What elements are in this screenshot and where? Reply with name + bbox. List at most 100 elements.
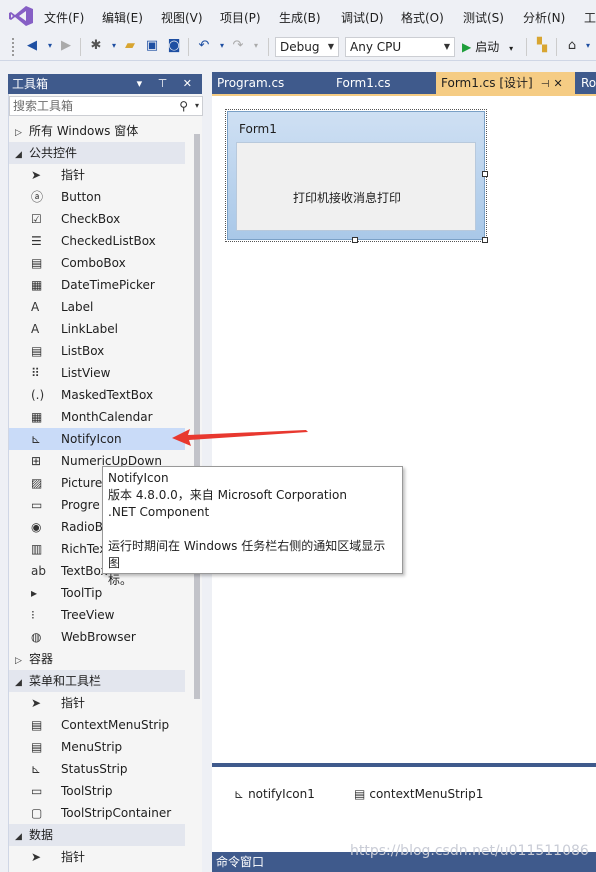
menu-view[interactable]: 视图(V) (161, 9, 203, 26)
search-icon[interactable]: ⚲ (179, 97, 188, 115)
menu-format[interactable]: 格式(O) (401, 9, 444, 26)
new-project-icon[interactable]: ✱ (88, 38, 104, 54)
back-icon[interactable]: ◀ (24, 38, 40, 54)
form1-window[interactable]: Form1 打印机接收消息打印 (227, 111, 485, 240)
toolbox-item[interactable]: A Label (9, 296, 185, 318)
toolbox-item[interactable]: ▦ DateTimePicker (9, 274, 185, 296)
menu-bar: 文件(F) 编辑(E) 视图(V) 项目(P) 生成(B) 调试(D) 格式(O… (0, 0, 596, 33)
back-dropdown-icon[interactable]: ▾ (42, 38, 58, 54)
toolbox-item[interactable]: ▭ ToolStrip (9, 780, 185, 802)
tab-program-cs[interactable]: Program.cs (212, 72, 330, 94)
undo-icon[interactable]: ↶ (196, 38, 212, 54)
forward-icon[interactable]: ▶ (58, 38, 74, 54)
toolbox-category[interactable]: ▷ 所有 Windows 窗体 (9, 120, 185, 142)
visual-studio-logo-icon[interactable] (8, 5, 34, 27)
toolbar-grip[interactable] (12, 38, 15, 56)
toolbox-category[interactable]: ◢ 公共控件 (9, 142, 185, 164)
toolbox-item[interactable]: ▤ ContextMenuStrip (9, 714, 185, 736)
toolbox-category[interactable]: ▷ 容器 (9, 648, 185, 670)
toolbox-item[interactable]: ⁝ TreeView (9, 604, 185, 626)
toolbox-item[interactable]: (.) MaskedTextBox (9, 384, 185, 406)
toolbox-row-label: ContextMenuStrip (61, 718, 170, 732)
toolbox-item[interactable]: ⊾ NotifyIcon (9, 428, 185, 450)
toolbox-row-label: TextBox (61, 564, 108, 578)
toolbox-row-label: 所有 Windows 窗体 (29, 124, 139, 138)
toolbox-item[interactable]: ☰ CheckedListBox (9, 230, 185, 252)
toolbox-item[interactable]: ▤ ListBox (9, 340, 185, 362)
menu-analyze[interactable]: 分析(N) (523, 9, 565, 26)
toolbox-item[interactable]: ➤ 指针 (9, 164, 185, 186)
toolbox-row-label: ComboBox (61, 256, 126, 270)
checkbox-icon: ☑ (31, 212, 42, 226)
numericupdown-icon: ⊞ (31, 454, 42, 468)
configuration-select[interactable]: Debug ▼ (275, 37, 339, 57)
toolbox-item[interactable]: ➤ 指针 (9, 846, 185, 868)
form-client-area[interactable]: 打印机接收消息打印 (236, 142, 476, 231)
menu-edit[interactable]: 编辑(E) (102, 9, 143, 26)
menu-debug[interactable]: 调试(D) (341, 9, 384, 26)
resize-handle-corner[interactable] (482, 237, 488, 243)
toolbox-window-controls[interactable]: ▾ ⊤ ✕ (137, 74, 198, 94)
collapsed-triangle-icon[interactable]: ▷ (15, 650, 29, 672)
toolbox-item[interactable]: ◍ WebBrowser (9, 626, 185, 648)
label-icon: A (31, 300, 40, 314)
toolbox-item[interactable]: ▢ ToolStripContainer (9, 802, 185, 824)
toolbox-search-input[interactable]: 搜索工具箱 ⚲ ▾ (9, 96, 203, 116)
redo-icon[interactable]: ↷ (230, 38, 246, 54)
chevron-down-icon[interactable]: ▾ (195, 97, 199, 115)
toolbox-item[interactable]: A LinkLabel (9, 318, 185, 340)
toolbox-scroll-thumb[interactable] (194, 134, 200, 699)
toolbox-row-label: ListView (61, 366, 111, 380)
tray-notifyicon1[interactable]: ⊾ notifyIcon1 (234, 787, 315, 801)
toolbox-item[interactable]: ➤ 指针 (9, 692, 185, 714)
checkedlistbox-icon: ☰ (31, 234, 42, 248)
redo-dropdown-icon[interactable]: ▾ (248, 38, 264, 54)
toolbox-item[interactable]: ▦ MonthCalendar (9, 406, 185, 428)
start-button[interactable]: ▶ 启动 ▾ (462, 38, 513, 56)
menu-build[interactable]: 生成(B) (279, 9, 321, 26)
expanded-triangle-icon[interactable]: ◢ (15, 826, 29, 848)
toolbox-category[interactable]: ◢ 数据 (9, 824, 185, 846)
radiobutton-icon: ◉ (31, 520, 42, 534)
toolbox-category[interactable]: ◢ 菜单和工具栏 (9, 670, 185, 692)
toolbox-row-label: NotifyIcon (61, 432, 122, 446)
toolbox-item[interactable]: ⠿ ListView (9, 362, 185, 384)
tooltip-kind: .NET Component (108, 505, 210, 519)
save-all-icon[interactable]: ◙ (166, 38, 182, 54)
new-dropdown-icon[interactable]: ▾ (106, 38, 122, 54)
tab-form1-cs[interactable]: Form1.cs (331, 72, 435, 94)
open-folder-icon[interactable]: ▰ (122, 38, 138, 54)
menu-test[interactable]: 测试(S) (463, 9, 504, 26)
resize-handle-right[interactable] (482, 171, 488, 177)
close-icon[interactable]: ✕ (553, 77, 562, 90)
pin-icon[interactable]: ⊣ (541, 79, 550, 90)
undo-dropdown-icon[interactable]: ▾ (214, 38, 230, 54)
toolbox-item[interactable]: ▤ MenuStrip (9, 736, 185, 758)
toolbox-item[interactable]: ⊾ StatusStrip (9, 758, 185, 780)
tab-form1-design[interactable]: Form1.cs [设计] ⊣ ✕ (436, 72, 575, 94)
platform-select[interactable]: Any CPU ▼ (345, 37, 455, 57)
tab-ro[interactable]: Ro (576, 72, 596, 94)
toolbox-item[interactable]: ☑ CheckBox (9, 208, 185, 230)
play-icon: ▶ (462, 40, 472, 54)
home-dropdown-icon[interactable]: ▾ (580, 38, 596, 54)
tray-item-label: notifyIcon1 (248, 787, 315, 801)
chevron-down-icon: ▼ (443, 42, 450, 51)
expanded-triangle-icon[interactable]: ◢ (15, 672, 29, 694)
expanded-triangle-icon[interactable]: ◢ (15, 144, 29, 166)
resize-handle-bottom[interactable] (352, 237, 358, 243)
toolbox-item[interactable]: ▤ ComboBox (9, 252, 185, 274)
menu-tools[interactable]: 工 (584, 9, 596, 26)
tray-contextmenustrip1[interactable]: ▤ contextMenuStrip1 (354, 787, 483, 801)
toolbox-row-label: RadioB (61, 520, 103, 534)
menu-project[interactable]: 项目(P) (220, 9, 261, 26)
button-icon: ⓐ (31, 190, 44, 204)
menu-file[interactable]: 文件(F) (44, 9, 84, 26)
save-icon[interactable]: ▣ (144, 38, 160, 54)
collapsed-triangle-icon[interactable]: ▷ (15, 122, 29, 144)
browse-icon[interactable]: ▚ (534, 38, 550, 54)
toolbox-item[interactable]: ⓐ Button (9, 186, 185, 208)
home-icon[interactable]: ⌂ (564, 38, 580, 54)
form-label[interactable]: 打印机接收消息打印 (237, 189, 457, 206)
toolbox-row-label: CheckedListBox (61, 234, 156, 248)
